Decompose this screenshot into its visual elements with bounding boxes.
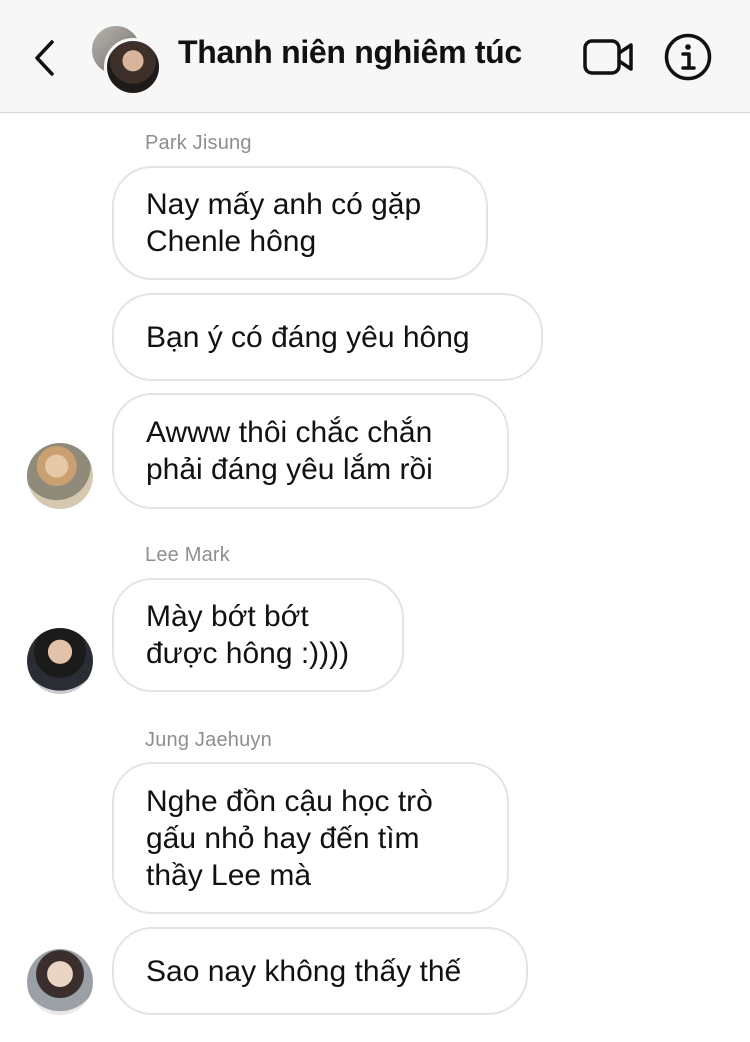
message-bubble[interactable]: Nghe đồn cậu học trò gấu nhỏ hay đến tìm…: [112, 762, 509, 914]
video-call-button[interactable]: [582, 36, 634, 78]
message-bubble[interactable]: Bạn ý có đáng yêu hông: [112, 293, 543, 381]
sender-name: Park Jisung: [145, 132, 252, 154]
message-bubble[interactable]: Mày bớt bớt được hông :)))): [112, 578, 404, 692]
info-icon: [664, 33, 712, 81]
avatar-jung-jaehuyn[interactable]: [27, 949, 93, 1015]
group-avatar-member: [104, 38, 162, 96]
avatar-park-jisung[interactable]: [27, 443, 93, 509]
sender-name: Jung Jaehuyn: [145, 729, 272, 751]
video-call-icon: [583, 39, 633, 75]
back-button[interactable]: [28, 36, 62, 80]
group-avatar[interactable]: [90, 24, 162, 96]
message-bubble[interactable]: Sao nay không thấy thế: [112, 927, 528, 1015]
avatar-lee-mark[interactable]: [27, 628, 93, 694]
chevron-left-icon: [35, 40, 54, 76]
message-bubble[interactable]: Nay mấy anh có gặp Chenle hông: [112, 166, 488, 280]
sender-name: Lee Mark: [145, 544, 230, 566]
chat-header: Thanh niên nghiêm túc: [0, 0, 750, 113]
chat-title[interactable]: Thanh niên nghiêm túc: [178, 34, 522, 71]
message-bubble[interactable]: Awww thôi chắc chắn phải đáng yêu lắm rồ…: [112, 393, 509, 509]
info-button[interactable]: [664, 33, 712, 81]
